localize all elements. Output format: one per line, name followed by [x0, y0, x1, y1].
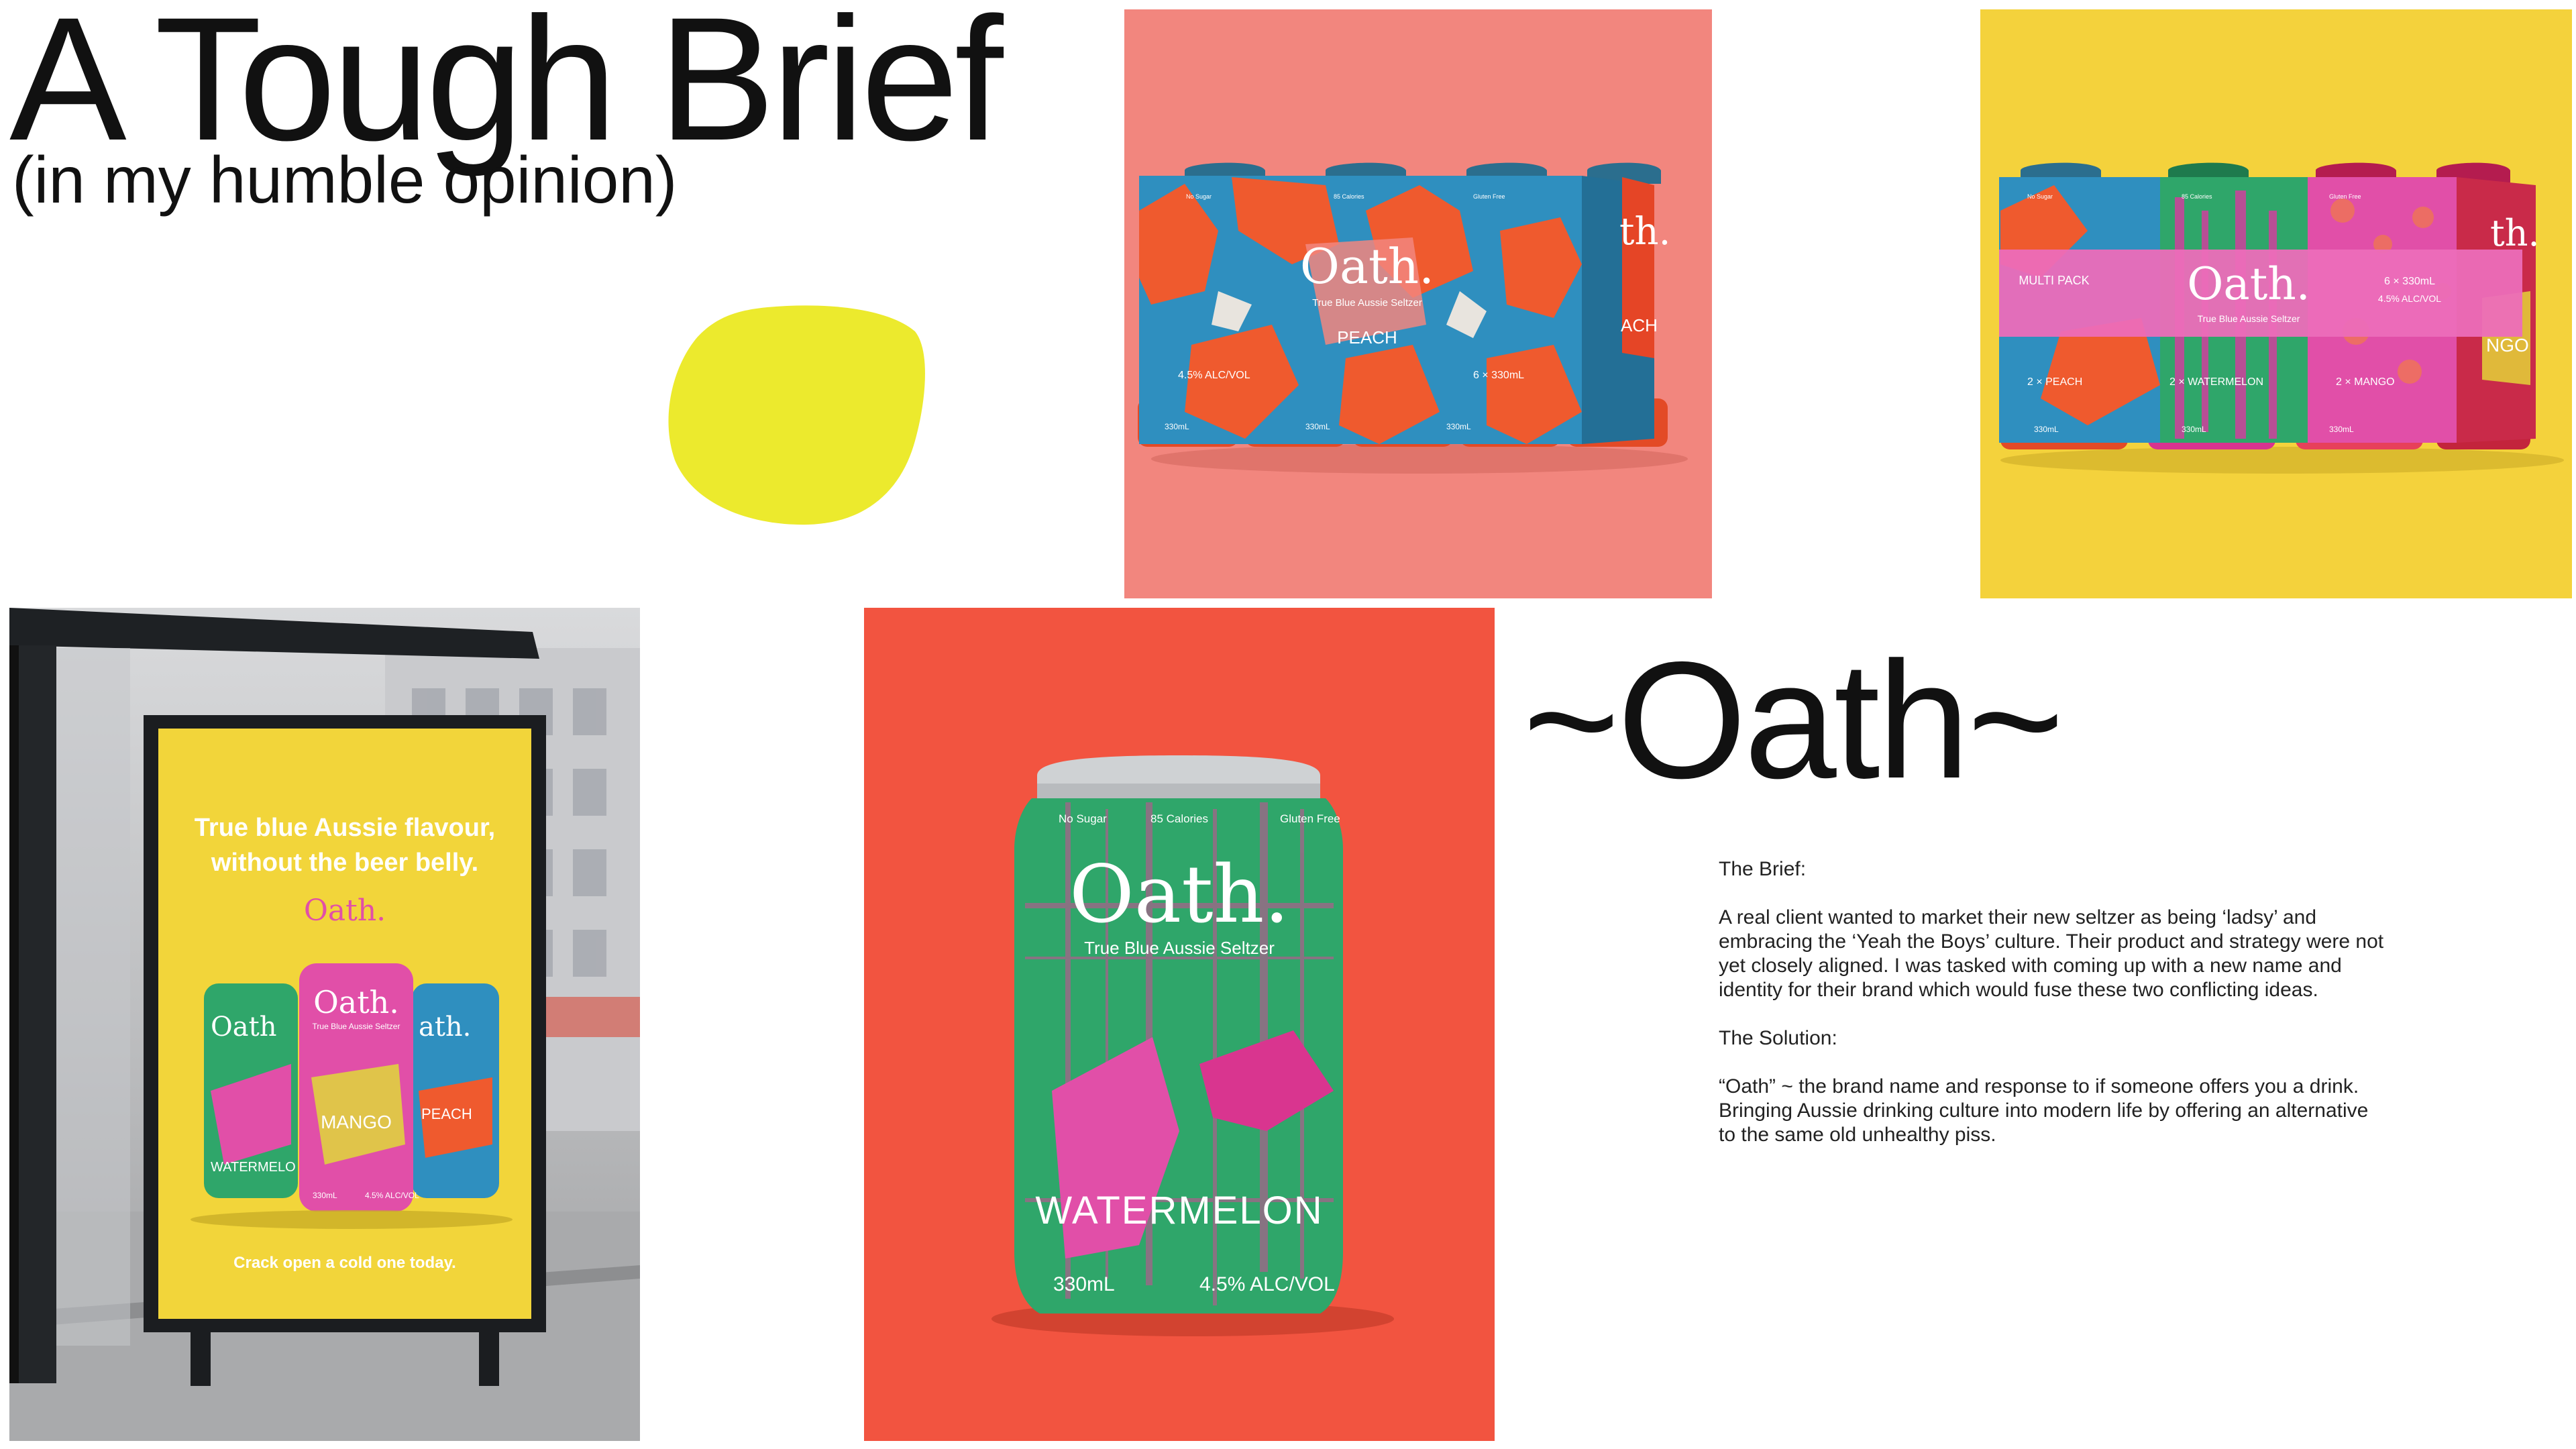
poster-can-mid-tagline: True Blue Aussie Seltzer — [313, 1022, 400, 1031]
melon-tab-mid: 85 Calories — [1150, 812, 1208, 825]
multi-tab-left: No Sugar — [2027, 193, 2053, 200]
peach-tagline: True Blue Aussie Seltzer — [1312, 297, 1422, 309]
melon-abv: 4.5% ALC/VOL — [1199, 1273, 1335, 1295]
multipack-image: No Sugar 85 Calories Gluten Free MULTI P… — [1980, 9, 2572, 598]
poster-can-right-brand: ath. — [419, 1012, 471, 1042]
melon-tab-right: Gluten Free — [1280, 812, 1340, 825]
peach-can-label: 330mL — [1305, 422, 1330, 431]
peach-abv: 4.5% ALC/VOL — [1178, 370, 1250, 381]
multi-side-flavour: NGO — [2486, 335, 2529, 356]
multi-count: 6 × 330mL — [2384, 276, 2435, 287]
multi-side-brand: th. — [2490, 212, 2540, 254]
brief-copy: The Brief: A real client wanted to marke… — [1719, 857, 2390, 1171]
melon-tagline: True Blue Aussie Seltzer — [1084, 938, 1275, 958]
melon-flavour: WATERMELON — [1035, 1189, 1323, 1232]
poster-footer: Crack open a cold one today. — [233, 1254, 456, 1272]
poster-can-left-brand: Oath — [211, 1012, 276, 1042]
peach-flavour: PEACH — [1337, 327, 1397, 347]
multi-row-watermelon: 2 × WATERMELON — [2169, 376, 2263, 388]
multi-can-label: 330mL — [2034, 425, 2059, 434]
poster-can-left-flavour: WATERMELO — [211, 1160, 296, 1175]
page-subtitle: (in my humble opinion) — [12, 143, 678, 217]
peach-pack-image: No Sugar 85 Calories Gluten Free Oath. T… — [1124, 9, 1712, 598]
bus-stop-poster-image: True blue Aussie flavour, without the be… — [9, 608, 640, 1441]
watermelon-can-image: No Sugar 85 Calories Gluten Free Oath. T… — [864, 608, 1495, 1441]
poster-can-mid-flavour: MANGO — [321, 1112, 392, 1132]
poster-brand: Oath. — [304, 894, 386, 928]
peach-tab-mid: 85 Calories — [1334, 193, 1364, 200]
yellow-blob-shape — [668, 305, 925, 525]
peach-count: 6 × 330mL — [1473, 370, 1524, 381]
melon-brand-logo: Oath. — [1069, 848, 1289, 941]
brief-body: A real client wanted to market their new… — [1719, 906, 2384, 1001]
peach-tab-left: No Sugar — [1186, 193, 1212, 200]
multi-brand-logo: Oath. — [2187, 258, 2310, 310]
solution-body: “Oath” ~ the brand name and response to … — [1719, 1075, 2369, 1146]
multi-tab-mid: 85 Calories — [2182, 193, 2212, 200]
melon-tab-left: No Sugar — [1059, 812, 1107, 825]
multi-row-peach: 2 × PEACH — [2027, 376, 2082, 388]
multi-can-label: 330mL — [2329, 425, 2354, 434]
peach-can-label: 330mL — [1446, 422, 1471, 431]
multi-can-label: 330mL — [2182, 425, 2206, 434]
oath-heading: ~Oath~ — [1523, 627, 2064, 813]
solution-heading: The Solution: — [1719, 1027, 1837, 1049]
brief-heading: The Brief: — [1719, 858, 1807, 880]
peach-can-label: 330mL — [1165, 422, 1189, 431]
melon-size: 330mL — [1053, 1273, 1115, 1295]
peach-tab-right: Gluten Free — [1473, 193, 1505, 200]
multi-row-mango: 2 × MANGO — [2336, 376, 2395, 388]
multi-abv: 4.5% ALC/VOL — [2378, 293, 2441, 304]
poster-headline-2: without the beer belly. — [211, 849, 478, 877]
multi-left-label: MULTI PACK — [2019, 274, 2089, 287]
poster-can-mid-size: 330mL — [313, 1191, 337, 1200]
peach-side-brand: th. — [1619, 210, 1670, 254]
poster-can-right-flavour: PEACH — [421, 1106, 472, 1122]
multi-tagline: True Blue Aussie Seltzer — [2198, 313, 2300, 324]
multi-tab-right: Gluten Free — [2329, 193, 2361, 200]
poster-can-mid-brand: Oath. — [313, 984, 399, 1020]
poster-can-mid-abv: 4.5% ALC/VOL — [365, 1191, 419, 1200]
poster-headline-1: True blue Aussie flavour, — [195, 814, 495, 842]
peach-brand-logo: Oath. — [1300, 238, 1434, 294]
peach-side-flavour: ACH — [1621, 315, 1658, 335]
